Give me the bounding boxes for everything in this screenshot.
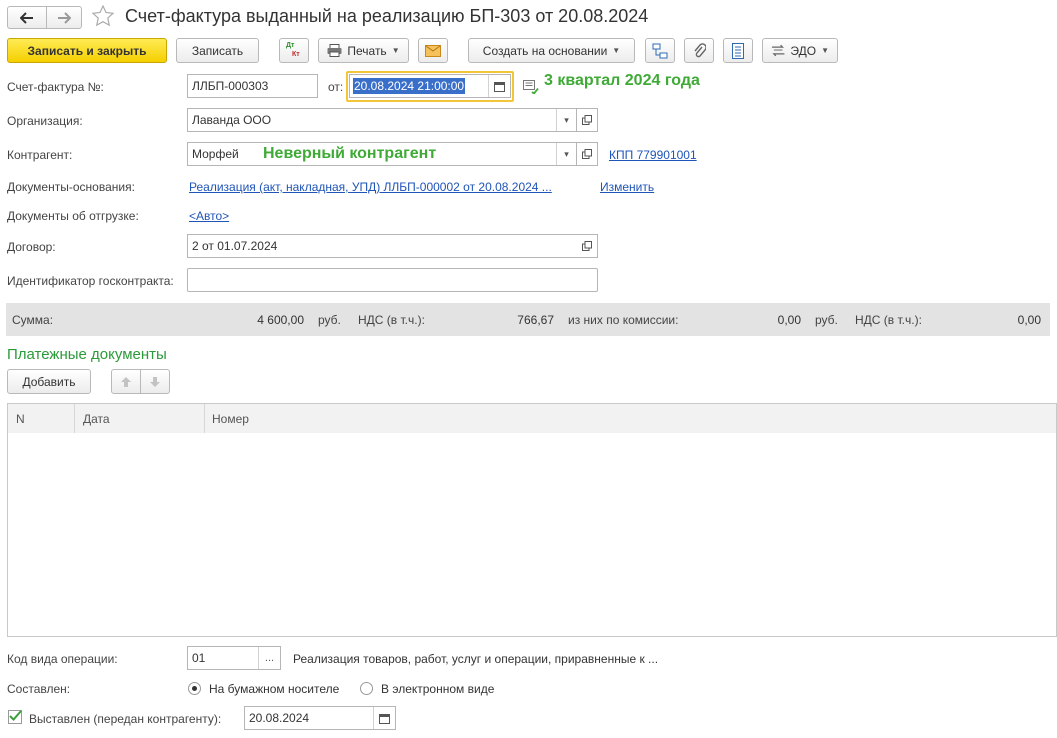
report-button[interactable] xyxy=(723,38,753,63)
document-list-icon xyxy=(732,42,744,59)
gov-contract-label: Идентификатор госконтракта: xyxy=(7,274,174,288)
back-button[interactable] xyxy=(7,6,47,29)
envelope-icon xyxy=(425,44,441,57)
edo-exchange-icon xyxy=(771,44,785,57)
attach-files-button[interactable] xyxy=(684,38,714,63)
dt-kt-icon: Дт Кт xyxy=(286,41,300,58)
arrow-up-icon xyxy=(121,376,131,387)
add-payment-button[interactable]: Добавить xyxy=(7,369,91,394)
calendar-button[interactable] xyxy=(488,75,510,97)
dt-kt-button[interactable]: Дт Кт xyxy=(279,38,309,63)
contract-label: Договор: xyxy=(7,240,56,254)
chevron-down-icon: ▼ xyxy=(612,46,621,55)
sum-value: 4 600,00 xyxy=(257,313,304,327)
counterparty-label: Контрагент: xyxy=(7,148,73,162)
vat-value-2: 0,00 xyxy=(1017,313,1041,327)
kpp-link[interactable]: КПП 779901001 xyxy=(609,148,697,162)
issued-label[interactable]: Выставлен (передан контрагенту): xyxy=(29,712,221,726)
chevron-down-icon: ▾ xyxy=(564,148,569,159)
operation-code-label: Код вида операции: xyxy=(7,652,118,666)
printer-icon xyxy=(327,44,342,57)
send-email-button[interactable] xyxy=(418,38,448,63)
vat-label: НДС (в т.ч.): xyxy=(358,313,425,327)
counterparty-warning-note: Неверный контрагент xyxy=(263,145,437,162)
basis-document-link[interactable]: Реализация (акт, накладная, УПД) ЛЛБП-00… xyxy=(189,180,552,194)
operation-code-input[interactable]: 01 ... xyxy=(187,646,281,670)
contract-open-button[interactable] xyxy=(577,235,597,257)
calendar-icon xyxy=(379,713,390,724)
edo-button[interactable]: ЭДО ▼ xyxy=(762,38,838,63)
radio-electronic-label[interactable]: В электронном виде xyxy=(381,682,494,696)
edit-note-icon[interactable] xyxy=(523,80,539,97)
operation-code-select-button[interactable]: ... xyxy=(258,647,280,669)
counterparty-dropdown-button[interactable]: ▾ xyxy=(556,143,576,165)
payments-section-title: Платежные документы xyxy=(7,346,167,363)
organization-open-button[interactable] xyxy=(576,108,598,132)
radio-paper[interactable] xyxy=(188,682,201,695)
column-header-n[interactable]: N xyxy=(16,412,25,426)
open-window-icon xyxy=(582,149,592,159)
forward-button[interactable] xyxy=(46,6,82,29)
commission-label: из них по комиссии: xyxy=(568,313,679,327)
column-divider xyxy=(204,404,205,433)
invoice-number-input[interactable]: ЛЛБП-000303 xyxy=(187,74,318,98)
column-header-number[interactable]: Номер xyxy=(212,412,249,426)
save-button[interactable]: Записать xyxy=(176,38,259,63)
move-down-button[interactable] xyxy=(140,369,170,394)
column-header-date[interactable]: Дата xyxy=(83,412,110,426)
structure-button[interactable] xyxy=(645,38,675,63)
organization-input[interactable]: Лаванда ООО ▾ xyxy=(187,108,577,132)
arrow-left-icon xyxy=(20,11,33,24)
chevron-down-icon: ▼ xyxy=(821,46,829,55)
invoice-number-label: Счет-фактура №: xyxy=(7,80,104,94)
open-window-icon xyxy=(582,115,592,125)
currency-label: руб. xyxy=(318,313,341,327)
vat-label-2: НДС (в т.ч.): xyxy=(855,313,922,327)
quarter-note: 3 квартал 2024 года xyxy=(544,72,700,89)
sum-label: Сумма: xyxy=(12,313,54,327)
counterparty-open-button[interactable] xyxy=(576,142,598,166)
move-up-button[interactable] xyxy=(111,369,141,394)
shipment-auto-link[interactable]: <Авто> xyxy=(189,209,229,223)
favorite-star-icon[interactable] xyxy=(91,4,115,31)
create-based-on-button[interactable]: Создать на основании ▼ xyxy=(468,38,635,63)
change-basis-link[interactable]: Изменить xyxy=(600,180,654,194)
chevron-down-icon: ▾ xyxy=(564,114,569,125)
organization-label: Организация: xyxy=(7,114,83,128)
contract-input[interactable]: 2 от 01.07.2024 xyxy=(187,234,598,258)
radio-paper-label[interactable]: На бумажном носителе xyxy=(209,682,339,696)
gov-contract-input[interactable] xyxy=(187,268,598,292)
page-title: Счет-фактура выданный на реализацию БП-3… xyxy=(125,6,649,26)
paperclip-icon xyxy=(694,42,706,57)
arrow-down-icon xyxy=(150,376,160,387)
payments-table-body[interactable] xyxy=(7,433,1057,637)
shipment-documents-label: Документы об отгрузке: xyxy=(7,209,139,223)
composed-label: Составлен: xyxy=(7,682,71,696)
payments-table-header: N Дата Номер xyxy=(7,403,1057,434)
summary-bar: Сумма: 4 600,00 руб. НДС (в т.ч.): 766,6… xyxy=(6,303,1050,336)
arrow-right-icon xyxy=(58,11,71,24)
commission-value: 0,00 xyxy=(777,313,801,327)
save-and-close-button[interactable]: Записать и закрыть xyxy=(7,38,167,63)
organization-dropdown-button[interactable]: ▾ xyxy=(556,109,576,131)
issued-checkbox[interactable] xyxy=(8,710,22,724)
issued-calendar-button[interactable] xyxy=(373,707,395,729)
radio-electronic[interactable] xyxy=(360,682,373,695)
chevron-down-icon: ▼ xyxy=(391,46,400,55)
vat-value: 766,67 xyxy=(517,313,554,327)
print-button[interactable]: Печать ▼ xyxy=(318,38,409,63)
column-divider xyxy=(74,404,75,433)
checkmark-icon xyxy=(9,710,22,721)
issued-date-input[interactable]: 20.08.2024 xyxy=(244,706,396,730)
calendar-icon xyxy=(494,81,505,92)
invoice-date-input[interactable]: 20.08.2024 21:00:00 xyxy=(349,74,511,98)
open-window-icon xyxy=(582,241,592,251)
hierarchy-icon xyxy=(652,43,668,58)
basis-documents-label: Документы-основания: xyxy=(7,180,135,194)
date-prefix-label: от: xyxy=(328,80,344,94)
currency-label-2: руб. xyxy=(815,313,838,327)
operation-code-description: Реализация товаров, работ, услуг и опера… xyxy=(293,652,659,666)
